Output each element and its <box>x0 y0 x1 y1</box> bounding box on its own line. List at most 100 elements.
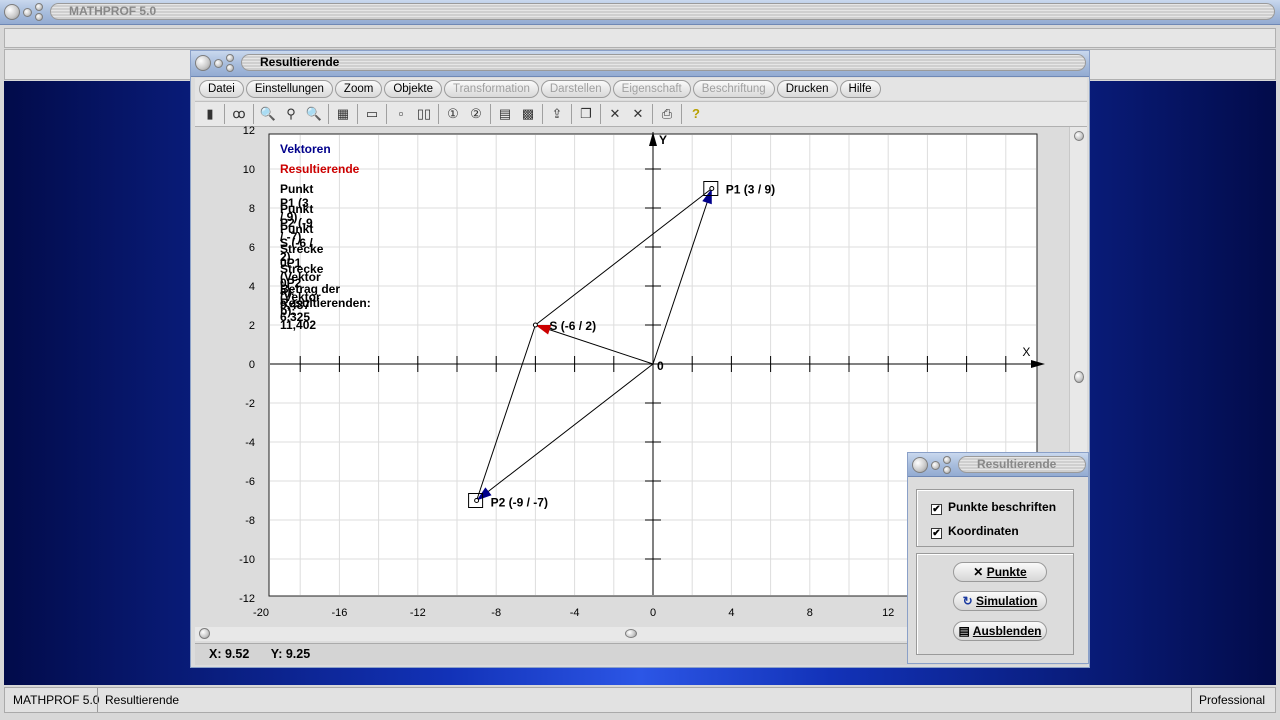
menu-zoom[interactable]: Zoom <box>334 80 383 98</box>
x-axis-arrow <box>1031 360 1045 368</box>
menu-darstellen[interactable]: Darstellen <box>540 80 611 98</box>
toolbar-separator <box>253 104 254 124</box>
checkbox-label: Punkte beschriften <box>948 500 1057 514</box>
x-tick-label: -8 <box>491 607 501 619</box>
y-tick-label: -4 <box>245 437 255 449</box>
y-readout: Y: 9.25 <box>270 647 311 661</box>
menu-objekte[interactable]: Objekte <box>384 80 442 98</box>
app-titlebar: MATHPROF 5.0 <box>0 0 1280 25</box>
x-tick-label: -4 <box>570 607 580 619</box>
y-tick-label: 4 <box>249 281 255 293</box>
toolbar-separator <box>224 104 225 124</box>
legend-resultierende: Resultierende <box>280 162 360 176</box>
toolbar-separator <box>681 104 682 124</box>
menu-datei[interactable]: Datei <box>199 80 244 98</box>
toolbar-separator <box>571 104 572 124</box>
cross-icon: ✕ <box>973 565 984 579</box>
circle-1-icon[interactable]: ① <box>444 105 462 123</box>
dialog-titlebar: Resultierende <box>908 453 1088 477</box>
dialog-title: Resultierende <box>958 456 1086 473</box>
window-titlebar: Resultierende <box>191 51 1089 77</box>
actions-panel: ✕ Punkte ↻ Simulation ▤ Ausblenden <box>916 553 1074 655</box>
circle-2-icon[interactable]: ② <box>467 105 485 123</box>
point-p2 <box>474 498 480 503</box>
resultierende-dialog: Resultierende ✔ Punkte beschriften ✔ Koord… <box>907 452 1089 664</box>
checkbox-punkte-beschriften[interactable]: ✔ Punkte beschriften <box>931 500 1056 515</box>
app-title: MATHPROF 5.0 <box>50 3 1275 20</box>
x-tick-label: 8 <box>807 607 813 619</box>
toolbar-separator <box>328 104 329 124</box>
options-panel: ✔ Punkte beschriften ✔ Koordinaten <box>916 489 1074 547</box>
cross-double-icon[interactable]: ✕ <box>629 105 647 123</box>
x-tick-label: 12 <box>882 607 894 619</box>
help-icon[interactable]: ? <box>687 105 705 123</box>
point-s <box>532 322 538 328</box>
toolbar-separator <box>600 104 601 124</box>
x-tick-label: 4 <box>728 607 734 619</box>
hide-icon: ▤ <box>958 624 970 638</box>
layout-icon[interactable]: ▭ <box>363 105 381 123</box>
refresh-icon: ↻ <box>962 594 973 608</box>
y-tick-label: -12 <box>239 593 255 605</box>
x-tick-label: -20 <box>253 607 269 619</box>
ausblenden-button[interactable]: ▤ Ausblenden <box>953 621 1047 641</box>
y-tick-label: -10 <box>239 554 255 566</box>
toolbar-separator <box>386 104 387 124</box>
single-icon[interactable]: ▫ <box>392 105 410 123</box>
y-tick-label: 0 <box>249 359 255 371</box>
menu-beschriftung[interactable]: Beschriftung <box>692 80 775 98</box>
x-tick-label: 0 <box>650 607 656 619</box>
x-readout: X: 9.52 <box>209 647 250 661</box>
legend-line: Betrag der Resultierenden: 6,325 <box>280 282 371 324</box>
export-icon[interactable]: ⇪ <box>548 105 566 123</box>
point-label-p1: P1 (3 / 9) <box>726 183 775 197</box>
toolbar: ▮ ꝏ 🔍 ⚲ 🔍 ▦ ▭ ▫ ▯▯ ① ② ▤ ▩ ⇪ ❐ ✕ ✕ ⎙? <box>195 101 1087 127</box>
x-axis-label: X <box>1022 345 1030 359</box>
checkbox-koordinaten[interactable]: ✔ Koordinaten <box>931 524 1019 539</box>
glasses-icon[interactable]: ꝏ <box>230 105 248 123</box>
toolbar-separator <box>490 104 491 124</box>
window-icon[interactable]: ▮ <box>201 105 219 123</box>
x-tick-label: -12 <box>410 607 426 619</box>
menu-hilfe[interactable]: Hilfe <box>839 80 881 98</box>
point-p1 <box>709 186 715 191</box>
y-tick-label: 2 <box>249 320 255 332</box>
y-tick-label: -6 <box>245 476 255 488</box>
properties-icon[interactable]: ▦ <box>334 105 352 123</box>
status-app: MATHPROF 5.0 <box>13 693 100 707</box>
table-icon[interactable]: ▤ <box>496 105 514 123</box>
menu-drucken[interactable]: Drucken <box>776 80 838 98</box>
menu-eigenschaft[interactable]: Eigenschaft <box>612 80 691 98</box>
point-label-p2: P2 (-9 / -7) <box>491 496 548 510</box>
zoom-in-icon[interactable]: 🔍 <box>305 105 323 123</box>
zoom-icon[interactable]: ⚲ <box>282 105 300 123</box>
menu-transformation[interactable]: Transformation <box>443 80 539 98</box>
status-edition: Professional <box>1199 693 1266 707</box>
menu-bar: Datei Einstellungen Zoom Objekte Transformat… <box>195 78 1087 100</box>
image-icon[interactable]: ▩ <box>519 105 537 123</box>
copy-icon[interactable]: ❐ <box>577 105 595 123</box>
double-icon[interactable]: ▯▯ <box>415 105 433 123</box>
origin-label: 0 <box>657 359 664 373</box>
toolbar-separator <box>542 104 543 124</box>
zoom-out-icon[interactable]: 🔍 <box>259 105 277 123</box>
legend-vektoren: Vektoren <box>280 142 331 156</box>
toolbar-separator <box>652 104 653 124</box>
menu-einstellungen[interactable]: Einstellungen <box>245 80 333 98</box>
y-tick-label: -2 <box>245 398 255 410</box>
y-tick-label: 10 <box>243 164 255 176</box>
checkbox-label: Koordinaten <box>948 524 1019 538</box>
app-menu-area <box>4 28 1276 48</box>
toolbar-separator <box>357 104 358 124</box>
toolbar-separator <box>438 104 439 124</box>
y-tick-label: 12 <box>243 126 255 137</box>
simulation-button[interactable]: ↻ Simulation <box>953 591 1047 611</box>
statusbar: MATHPROF 5.0 Resultierende Professional <box>4 687 1276 713</box>
y-tick-label: 6 <box>249 242 255 254</box>
status-doc: Resultierende <box>105 693 180 707</box>
y-axis-label: Y <box>659 133 667 147</box>
cross-icon[interactable]: ✕ <box>606 105 624 123</box>
print-icon[interactable]: ⎙ <box>658 105 676 123</box>
punkte-button[interactable]: ✕ Punkte <box>953 562 1047 582</box>
y-tick-label: -8 <box>245 515 255 527</box>
